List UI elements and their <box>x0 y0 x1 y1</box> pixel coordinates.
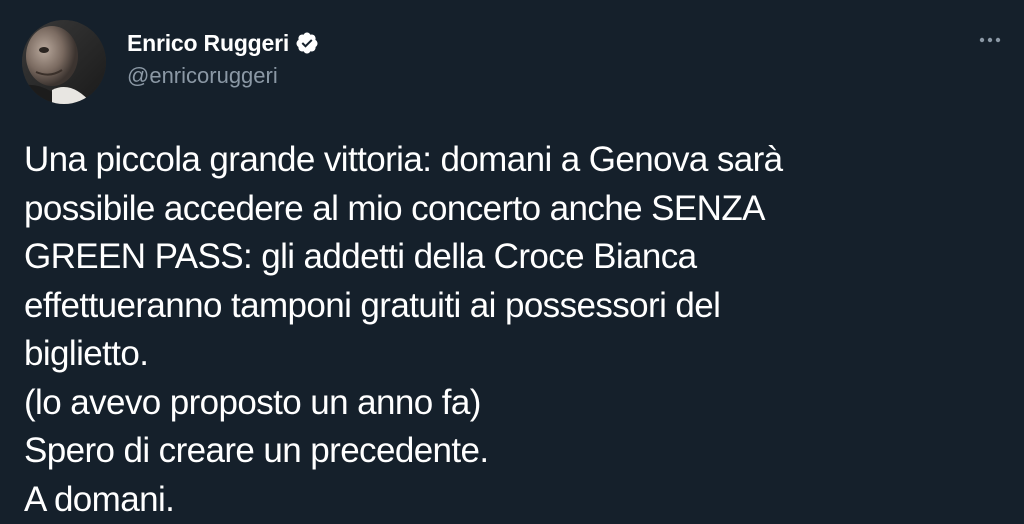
more-options-icon <box>972 27 1008 53</box>
tweet-card: Enrico Ruggeri @enricoruggeri Una piccol… <box>0 0 1024 519</box>
tweet-line: biglietto. <box>24 330 1004 379</box>
tweet-text: Una piccola grande vittoria: domani a Ge… <box>24 136 1004 524</box>
tweet-line: Spero di creare un precedente. <box>24 427 1004 476</box>
tweet-line: Una piccola grande vittoria: domani a Ge… <box>24 136 1004 185</box>
tweet-line: effettueranno tamponi gratuiti ai posses… <box>24 282 1004 331</box>
tweet-line: GREEN PASS: gli addetti della Croce Bian… <box>24 233 1004 282</box>
author-name-row: Enrico Ruggeri <box>127 29 319 57</box>
author-handle[interactable]: @enricoruggeri <box>127 63 278 89</box>
tweet-line: possibile accedere al mio concerto anche… <box>24 185 1004 234</box>
author-display-name[interactable]: Enrico Ruggeri <box>127 29 289 57</box>
verified-badge-icon <box>295 31 319 55</box>
tweet-line: A domani. <box>24 476 1004 524</box>
tweet-line: (lo avevo proposto un anno fa) <box>24 379 1004 428</box>
avatar[interactable] <box>22 20 106 104</box>
more-options-button[interactable] <box>972 27 1008 53</box>
avatar-photo-icon <box>22 20 106 104</box>
